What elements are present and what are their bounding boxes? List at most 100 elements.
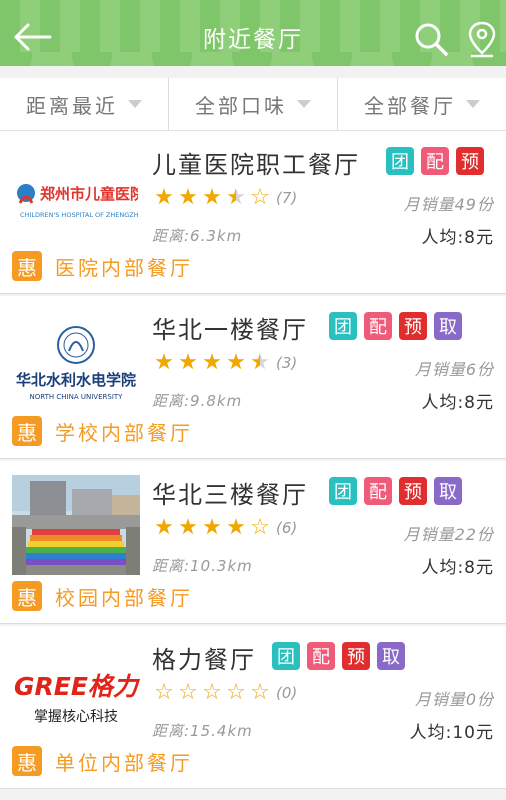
star-full-icon: ★ — [202, 185, 222, 210]
filter-sort-distance[interactable]: 距离最近 — [0, 78, 168, 130]
star-empty-icon: ☆ — [226, 680, 246, 705]
star-empty-icon: ☆ — [154, 680, 174, 705]
promo-text: 医院内部餐厅 — [55, 255, 193, 280]
restaurant-logo: 华北水利水电学院 NORTH CHINA UNIVERSITY — [12, 318, 140, 418]
average-price: 人均:10元 — [409, 723, 494, 743]
star-full-icon: ★ — [154, 350, 174, 375]
tag-pickup: 取 — [434, 312, 462, 340]
restaurant-logo: 郑州市儿童医院 CHILDREN'S HOSPITAL OF ZHENGZHOU — [12, 153, 140, 253]
restaurant-name: 华北三楼餐厅 — [152, 481, 308, 509]
tag-delivery: 配 — [307, 642, 335, 670]
restaurant-item[interactable]: GREE格力 掌握核心科技 格力餐厅 团 配 预 取 ☆ ☆ ☆ ☆ ☆ (0)… — [0, 626, 506, 789]
star-full-icon: ★ — [202, 515, 222, 540]
tag-reserve: 预 — [342, 642, 370, 670]
promo-row: 惠 校园内部餐厅 — [12, 581, 193, 611]
logo-text: 华北水利水电学院 — [16, 371, 136, 389]
review-count: (3) — [276, 354, 298, 372]
monthly-sales: 月销量0份 — [414, 690, 494, 709]
star-full-icon: ★ — [154, 185, 174, 210]
filter-label: 全部餐厅 — [364, 93, 456, 118]
restaurant-name: 儿童医院职工餐厅 — [152, 151, 360, 179]
star-full-icon: ★ — [154, 515, 174, 540]
logo-text: 郑州市儿童医院 — [40, 185, 138, 203]
restaurant-list: 郑州市儿童医院 CHILDREN'S HOSPITAL OF ZHENGZHOU… — [0, 131, 506, 791]
average-price: 人均:8元 — [421, 393, 494, 413]
tag-reserve: 预 — [399, 312, 427, 340]
rating-stars: ★ ★ ★ ★ ☆ (6) — [152, 517, 297, 539]
tag-reserve: 预 — [456, 147, 484, 175]
filter-label: 距离最近 — [26, 93, 118, 118]
restaurant-name: 格力餐厅 — [152, 646, 256, 674]
distance: 距离:10.3km — [152, 557, 253, 575]
tag-delivery: 配 — [364, 477, 392, 505]
filter-bar: 距离最近 全部口味 全部餐厅 — [0, 78, 506, 131]
restaurant-item[interactable]: 郑州市儿童医院 CHILDREN'S HOSPITAL OF ZHENGZHOU… — [0, 131, 506, 294]
star-full-icon: ★ — [226, 515, 246, 540]
filter-label: 全部口味 — [195, 93, 287, 118]
service-tags: 团 配 预 取 — [329, 312, 462, 340]
rating-stars: ★ ★ ★ ★ ★ (3) — [152, 352, 297, 374]
logo-text: GREE格力 — [14, 672, 140, 701]
logo-subtext: CHILDREN'S HOSPITAL OF ZHENGZHOU — [20, 211, 138, 219]
promo-text: 单位内部餐厅 — [55, 750, 193, 775]
promo-text: 校园内部餐厅 — [55, 585, 193, 610]
tag-reserve: 预 — [399, 477, 427, 505]
tag-delivery: 配 — [421, 147, 449, 175]
tag-group-buy: 团 — [329, 312, 357, 340]
tag-pickup: 取 — [434, 477, 462, 505]
star-full-icon: ★ — [178, 185, 198, 210]
promo-row: 惠 单位内部餐厅 — [12, 746, 193, 776]
discount-badge: 惠 — [12, 416, 42, 446]
restaurant-logo: GREE格力 掌握核心科技 — [12, 648, 140, 748]
star-half-icon: ★ — [224, 187, 248, 209]
dropdown-triangle-icon — [128, 100, 142, 108]
tag-group-buy: 团 — [329, 477, 357, 505]
promo-row: 惠 学校内部餐厅 — [12, 416, 193, 446]
star-empty-icon: ☆ — [250, 185, 270, 210]
location-pin-icon[interactable] — [466, 20, 498, 58]
star-empty-icon: ☆ — [250, 515, 270, 540]
distance: 距离:6.3km — [152, 227, 243, 245]
rating-stars: ☆ ☆ ☆ ☆ ☆ (0) — [152, 682, 297, 704]
service-tags: 团 配 预 取 — [272, 642, 405, 670]
filter-restaurant-type[interactable]: 全部餐厅 — [337, 78, 506, 130]
discount-badge: 惠 — [12, 746, 42, 776]
star-full-icon: ★ — [178, 350, 198, 375]
restaurant-item[interactable]: 华北三楼餐厅 团 配 预 取 ★ ★ ★ ★ ☆ (6) 月销量22份 距离:1… — [0, 461, 506, 624]
distance: 距离:9.8km — [152, 392, 243, 410]
discount-badge: 惠 — [12, 581, 42, 611]
tag-pickup: 取 — [377, 642, 405, 670]
restaurant-name: 华北一楼餐厅 — [152, 316, 308, 344]
restaurant-photo — [12, 475, 140, 575]
monthly-sales: 月销量22份 — [403, 525, 494, 544]
filter-taste[interactable]: 全部口味 — [168, 78, 337, 130]
review-count: (0) — [276, 684, 298, 702]
discount-badge: 惠 — [12, 251, 42, 281]
review-count: (6) — [276, 519, 298, 537]
service-tags: 团 配 预 — [386, 147, 484, 175]
star-half-icon: ★ — [248, 352, 272, 374]
dropdown-triangle-icon — [297, 100, 311, 108]
tag-group-buy: 团 — [386, 147, 414, 175]
star-full-icon: ★ — [202, 350, 222, 375]
tag-group-buy: 团 — [272, 642, 300, 670]
star-full-icon: ★ — [178, 515, 198, 540]
tag-delivery: 配 — [364, 312, 392, 340]
average-price: 人均:8元 — [421, 558, 494, 578]
monthly-sales: 月销量6份 — [414, 360, 494, 379]
star-full-icon: ★ — [226, 350, 246, 375]
logo-subtext: NORTH CHINA UNIVERSITY — [30, 393, 124, 401]
rating-stars: ★ ★ ★ ★ ☆ (7) — [152, 187, 297, 209]
restaurant-item[interactable]: 华北水利水电学院 NORTH CHINA UNIVERSITY 华北一楼餐厅 团… — [0, 296, 506, 459]
service-tags: 团 配 预 取 — [329, 477, 462, 505]
top-bar: 附近餐厅 — [0, 0, 506, 66]
promo-text: 学校内部餐厅 — [55, 420, 193, 445]
distance: 距离:15.4km — [152, 722, 253, 740]
search-icon[interactable] — [414, 22, 448, 56]
star-empty-icon: ☆ — [250, 680, 270, 705]
promo-row: 惠 医院内部餐厅 — [12, 251, 193, 281]
dropdown-triangle-icon — [466, 100, 480, 108]
average-price: 人均:8元 — [421, 228, 494, 248]
star-empty-icon: ☆ — [202, 680, 222, 705]
monthly-sales: 月销量49份 — [403, 195, 494, 214]
